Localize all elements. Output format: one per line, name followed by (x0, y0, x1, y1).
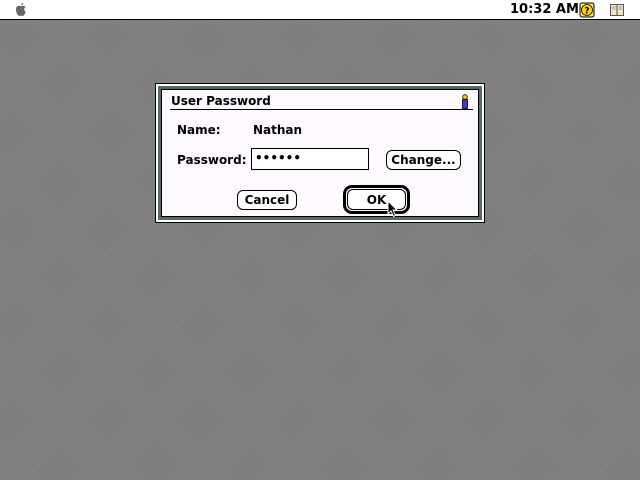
dialog-content: User Password Name: Nathan Password: •••… (161, 89, 479, 218)
title-divider (170, 109, 473, 110)
help-icon[interactable]: ? (579, 2, 595, 18)
key-icon (462, 94, 468, 110)
apple-icon[interactable] (14, 2, 28, 17)
cancel-button[interactable]: Cancel (237, 190, 297, 210)
mouse-pointer-icon (387, 200, 399, 218)
dialog-frame: User Password Name: Nathan Password: •••… (158, 86, 482, 220)
svg-text:?: ? (584, 7, 589, 17)
password-field[interactable]: •••••• (251, 148, 369, 170)
password-label: Password: (177, 153, 247, 167)
menu-clock[interactable]: 10:32 AM (510, 2, 579, 17)
change-button[interactable]: Change... (386, 150, 461, 170)
user-password-dialog: User Password Name: Nathan Password: •••… (155, 83, 485, 223)
menu-bar: 10:32 AM ? (0, 0, 640, 20)
application-menu-icon[interactable] (609, 2, 625, 18)
name-label: Name: (177, 123, 221, 137)
name-value: Nathan (253, 123, 303, 137)
dialog-title: User Password (171, 94, 271, 108)
